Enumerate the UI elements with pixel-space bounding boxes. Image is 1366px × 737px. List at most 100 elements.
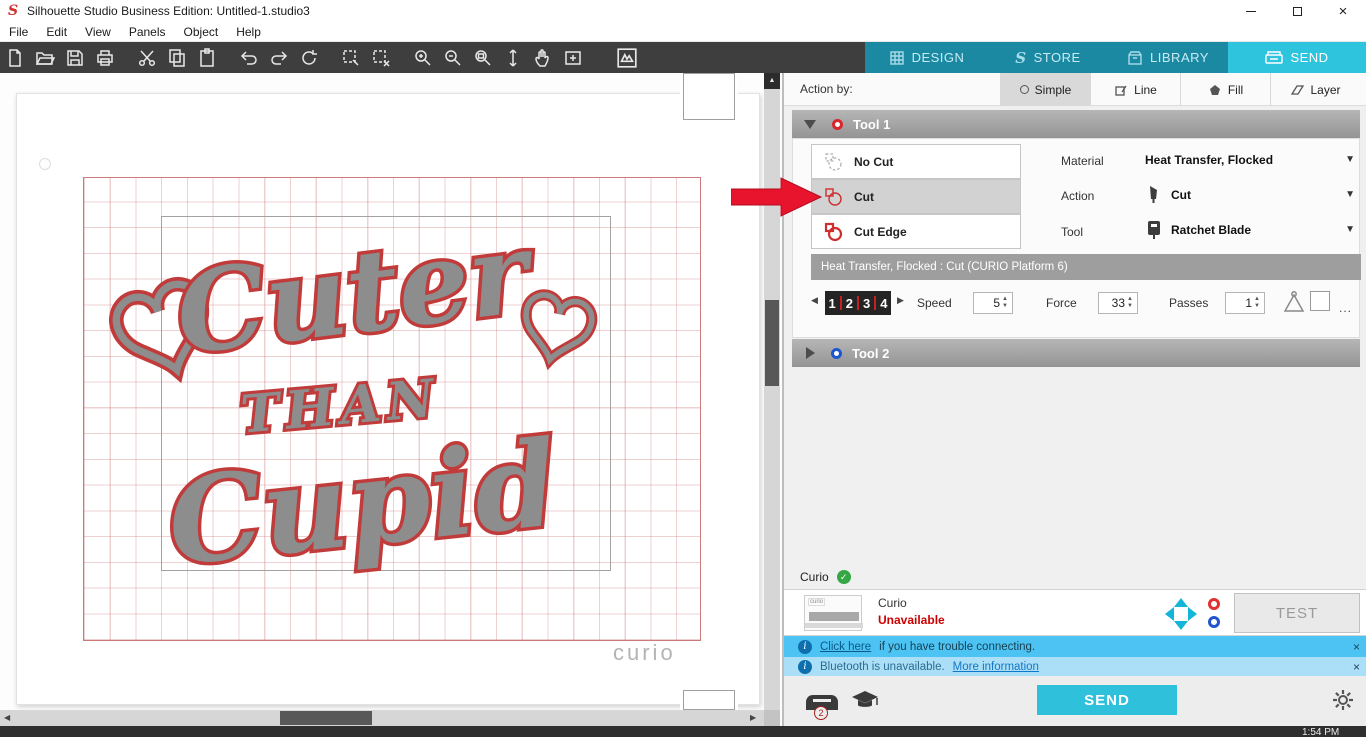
action-dropdown[interactable]: Cut ▼ — [1137, 178, 1363, 211]
tool1-header[interactable]: Tool 1 — [792, 110, 1360, 138]
tool2-header[interactable]: Tool 2 — [792, 339, 1360, 367]
cut-button-toolbar[interactable] — [132, 44, 162, 72]
copy-icon — [169, 48, 185, 67]
settings-gear-icon[interactable] — [1332, 689, 1354, 711]
undo-button[interactable] — [234, 44, 264, 72]
test-button[interactable]: TEST — [1234, 593, 1360, 633]
blade-increase-icon[interactable]: ▶ — [897, 295, 904, 306]
spin-down-icon[interactable]: ▼ — [1127, 303, 1133, 310]
blade-tick — [874, 296, 877, 310]
menu-edit[interactable]: Edit — [37, 25, 76, 39]
cutting-mat-page[interactable]: Cuter THAN Cupid curio — [16, 93, 760, 705]
force-value: 33 — [1111, 296, 1125, 310]
design-artwork[interactable]: Cuter THAN Cupid — [87, 202, 647, 602]
tool2-position-radio[interactable] — [1208, 616, 1220, 628]
select-all-button[interactable] — [336, 44, 366, 72]
menu-panels[interactable]: Panels — [120, 25, 175, 39]
zoom-in-button[interactable] — [408, 44, 438, 72]
zoom-selection-button[interactable] — [468, 44, 498, 72]
horizontal-scrollbar[interactable]: ◀ ▶ — [0, 710, 764, 726]
zoom-out-button[interactable] — [438, 44, 468, 72]
device-name: Curio — [878, 596, 907, 610]
spin-up-icon[interactable]: ▲ — [1254, 296, 1260, 303]
cut-settings-row: ◀ 1234 ▶ Speed 5 ▲ ▼ Force 33 ▲ ▼ Passes 1… — [793, 285, 1361, 325]
scroll-right-icon[interactable]: ▶ — [750, 710, 756, 726]
registration-marks-button[interactable] — [612, 44, 642, 72]
print-button[interactable] — [90, 44, 120, 72]
close-button[interactable]: × — [1320, 0, 1366, 22]
tool1-position-radio[interactable] — [1208, 598, 1220, 610]
cut-edge-button[interactable]: Cut Edge — [811, 214, 1021, 249]
scroll-left-icon[interactable]: ◀ — [4, 710, 10, 726]
cut-button[interactable]: Cut — [811, 179, 1021, 214]
action-by-row: Action by: Simple Line Fill Layer — [784, 73, 1366, 106]
send-button[interactable]: SEND — [1037, 685, 1177, 715]
material-dropdown[interactable]: Heat Transfer, Flocked ▼ — [1137, 143, 1363, 176]
tool-dropdown[interactable]: Ratchet Blade ▼ — [1137, 213, 1363, 246]
no-cut-label: No Cut — [854, 154, 894, 169]
tab-library[interactable]: LIBRARY — [1108, 42, 1228, 73]
vertical-scrollbar[interactable]: ▲ — [764, 73, 780, 710]
dismiss-notification-icon[interactable]: × — [1353, 660, 1360, 674]
deselect-button[interactable] — [366, 44, 396, 72]
device-thumbnail: curio — [804, 595, 863, 631]
drag-zoom-button[interactable] — [498, 44, 528, 72]
dismiss-notification-icon[interactable]: × — [1353, 640, 1360, 654]
info-icon: i — [798, 659, 812, 674]
pan-button[interactable] — [528, 44, 558, 72]
spin-up-icon[interactable]: ▲ — [1127, 296, 1133, 303]
spin-up-icon[interactable]: ▲ — [1002, 296, 1008, 303]
tab-design[interactable]: DESIGN — [865, 42, 988, 73]
blade-decrease-icon[interactable]: ◀ — [811, 295, 818, 306]
curio-watermark: curio — [613, 640, 676, 665]
no-cut-icon — [825, 153, 842, 170]
fit-to-window-button[interactable] — [558, 44, 588, 72]
menu-file[interactable]: File — [0, 25, 37, 39]
open-button[interactable] — [30, 44, 60, 72]
canvas-area[interactable]: Cuter THAN Cupid curio ▲ ◀ ▶ — [0, 73, 782, 726]
scroll-up-icon[interactable]: ▲ — [764, 73, 780, 89]
device-thumb-base — [805, 623, 863, 628]
tab-send[interactable]: SEND — [1228, 42, 1366, 73]
copy-button[interactable] — [162, 44, 192, 72]
action-mode-layer[interactable]: Layer — [1270, 73, 1360, 106]
color-swatch[interactable] — [1310, 291, 1330, 311]
speed-stepper[interactable]: 5 ▲ ▼ — [973, 292, 1013, 314]
new-document-button[interactable] — [0, 44, 30, 72]
menu-view[interactable]: View — [76, 25, 120, 39]
redo-button[interactable] — [264, 44, 294, 72]
save-button[interactable] — [60, 44, 90, 72]
blade-depth-display[interactable]: 1234 — [825, 291, 891, 315]
vertical-scroll-thumb[interactable] — [765, 300, 779, 386]
no-cut-button[interactable]: No Cut — [811, 144, 1021, 179]
maximize-button[interactable] — [1274, 0, 1320, 22]
connection-help-link[interactable]: Click here — [820, 641, 871, 653]
cut-edge-label: Cut Edge — [854, 224, 907, 239]
blade-tick — [839, 296, 842, 310]
action-mode-line[interactable]: Line — [1090, 73, 1180, 106]
minimize-button[interactable] — [1228, 0, 1274, 22]
paste-button[interactable] — [192, 44, 222, 72]
jog-pad-icon[interactable] — [1162, 596, 1200, 632]
spin-down-icon[interactable]: ▼ — [1254, 303, 1260, 310]
menu-object[interactable]: Object — [175, 25, 228, 39]
tutorials-cap-icon[interactable] — [850, 690, 880, 712]
material-summary-bar: Heat Transfer, Flocked : Cut (CURIO Plat… — [811, 254, 1361, 280]
passes-stepper[interactable]: 1 ▲ ▼ — [1225, 292, 1265, 314]
device-thumb-label: curio — [808, 598, 826, 606]
spin-down-icon[interactable]: ▼ — [1002, 303, 1008, 310]
pan-hand-icon — [535, 48, 549, 67]
refresh-button[interactable] — [294, 44, 324, 72]
test-cut-shape-icon[interactable] — [1281, 289, 1307, 315]
force-stepper[interactable]: 33 ▲ ▼ — [1098, 292, 1138, 314]
action-mode-simple[interactable]: Simple — [1000, 73, 1090, 106]
horizontal-scroll-thumb[interactable] — [280, 711, 372, 725]
fit-to-window-icon — [565, 50, 581, 65]
tab-store[interactable]: S STORE — [988, 42, 1108, 73]
more-options[interactable]: ... — [1339, 301, 1352, 315]
bluetooth-more-info-link[interactable]: More information — [953, 661, 1039, 673]
layer-label: Layer — [1310, 82, 1341, 97]
action-mode-fill[interactable]: Fill — [1180, 73, 1270, 106]
menu-help[interactable]: Help — [227, 25, 270, 39]
tool1-body: No Cut Cut Cut Edge Material Action Tool… — [792, 138, 1363, 338]
